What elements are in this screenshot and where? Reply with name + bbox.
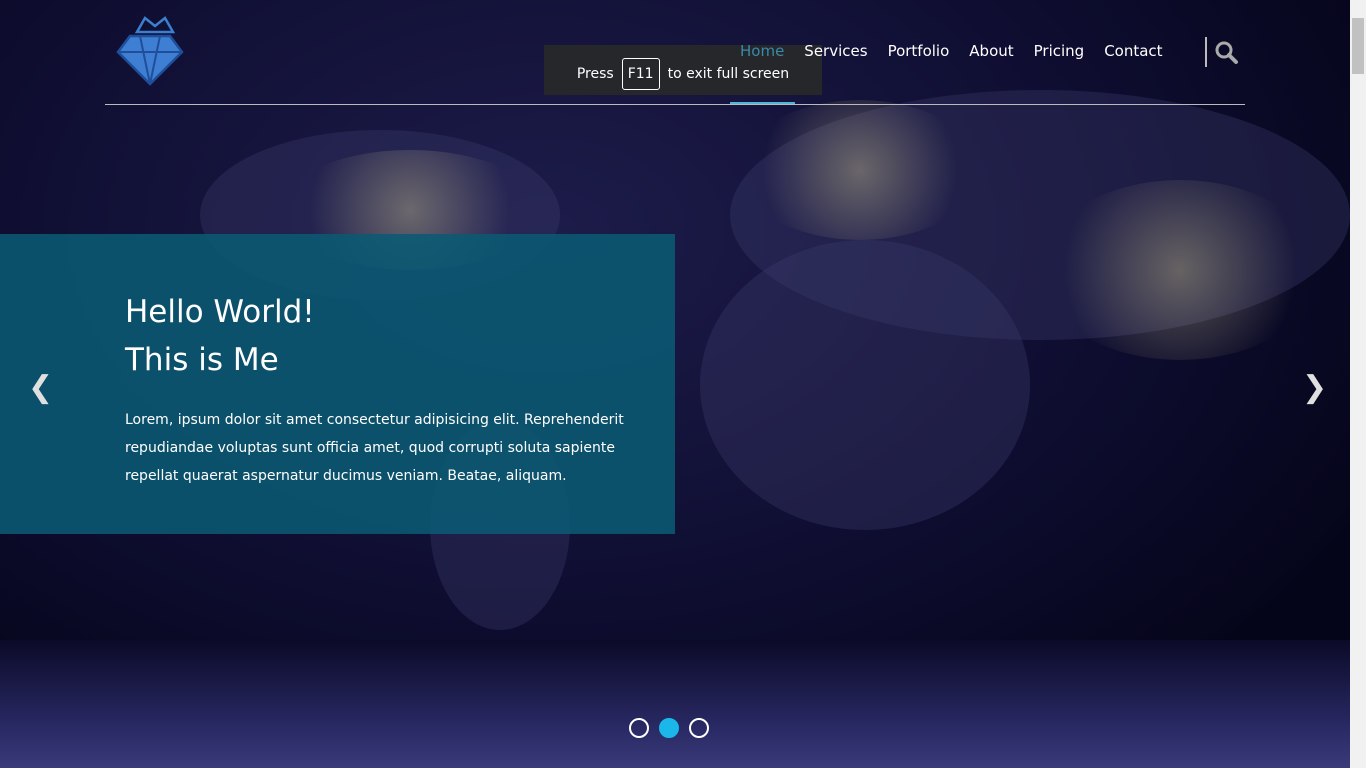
hero-title-line2: This is Me: [125, 342, 279, 378]
carousel-dot-3[interactable]: [689, 718, 709, 738]
nav-divider: [105, 104, 1245, 105]
nav-pricing[interactable]: Pricing: [1034, 42, 1085, 60]
nav-about[interactable]: About: [969, 42, 1013, 60]
nav-portfolio[interactable]: Portfolio: [888, 42, 950, 60]
search-icon[interactable]: [1214, 40, 1240, 66]
toast-text: Press: [576, 66, 614, 82]
main-nav: Home Services Portfolio About Pricing Co…: [740, 42, 1163, 60]
chevron-right-icon[interactable]: ❯: [1302, 370, 1327, 405]
toast-text-after: to exit full screen: [667, 66, 790, 82]
nav-separator: [1205, 37, 1207, 67]
nav-services[interactable]: Services: [804, 42, 867, 60]
toast-key: F11: [621, 58, 660, 90]
hero-title-line1: Hello World!: [125, 294, 315, 330]
nav-contact[interactable]: Contact: [1104, 42, 1162, 60]
carousel-dot-1[interactable]: [629, 718, 649, 738]
nav-active-indicator: [730, 102, 795, 104]
carousel-dot-2[interactable]: [659, 718, 679, 738]
scrollbar-thumb[interactable]: [1352, 18, 1364, 74]
hero-panel: Hello World! This is Me Lorem, ipsum dolo…: [0, 234, 675, 534]
hero-title: Hello World! This is Me: [125, 288, 675, 384]
nav-home[interactable]: Home: [740, 42, 784, 60]
chevron-left-icon[interactable]: ❮: [28, 370, 53, 405]
diamond-logo-icon[interactable]: [115, 12, 185, 90]
carousel-indicators: [629, 718, 709, 738]
scrollbar[interactable]: [1350, 0, 1366, 768]
hero-body: Lorem, ipsum dolor sit amet consectetur …: [125, 412, 624, 484]
